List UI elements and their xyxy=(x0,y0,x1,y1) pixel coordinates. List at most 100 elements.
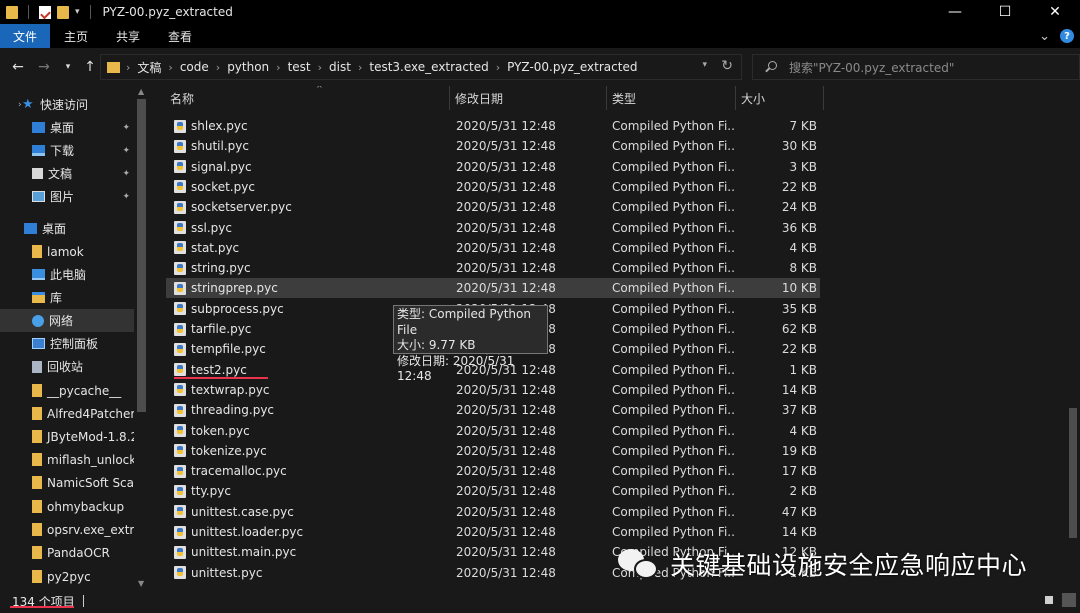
table-row[interactable]: stringprep.pyc 2020/5/31 12:48 Compiled Py… xyxy=(166,278,820,299)
quick-access-toolbar-dropdown-icon[interactable]: ▾ xyxy=(75,7,80,17)
nav-item-recycle-bin[interactable]: 回收站 xyxy=(0,355,134,378)
breadcrumb-item[interactable]: test3.exe_extracted xyxy=(369,60,488,74)
file-list-scrollbar[interactable] xyxy=(1064,86,1080,589)
table-row[interactable]: tracemalloc.pyc 2020/5/31 12:48 Compiled P… xyxy=(166,461,820,481)
chevron-right-icon[interactable]: › xyxy=(276,61,280,74)
table-row[interactable]: threading.pyc 2020/5/31 12:48 Compiled Pyt… xyxy=(166,400,820,420)
nav-item-pictures[interactable]: 图片 ✦ xyxy=(0,185,134,208)
file-name-cell[interactable]: socket.pyc xyxy=(174,177,450,197)
maximize-button[interactable]: ☐ xyxy=(980,0,1030,24)
search-input[interactable]: 搜索"PYZ-00.pyz_extracted" xyxy=(752,54,1080,80)
column-header-type[interactable]: 类型 xyxy=(608,86,736,110)
nav-scrollbar[interactable]: ▲ ▼ xyxy=(134,86,150,589)
table-row[interactable]: tokenize.pyc 2020/5/31 12:48 Compiled Pyth… xyxy=(166,441,820,461)
file-name-cell[interactable]: shutil.pyc xyxy=(174,136,450,156)
nav-item-folder[interactable]: Alfred4Patcher. xyxy=(0,402,134,425)
up-button[interactable]: ↑ xyxy=(82,57,98,77)
nav-item-folder[interactable]: JByteMod-1.8.2 xyxy=(0,425,134,448)
nav-item-lamok[interactable]: lamok xyxy=(0,240,134,263)
properties-icon[interactable] xyxy=(39,5,51,19)
nav-item-folder[interactable]: miflash_unlock- xyxy=(0,448,134,471)
recent-locations-dropdown-icon[interactable]: ▾ xyxy=(62,57,74,77)
tab-home[interactable]: 主页 xyxy=(50,24,102,48)
table-row[interactable]: socketserver.pyc 2020/5/31 12:48 Compiled … xyxy=(166,197,820,217)
file-name-cell[interactable]: threading.pyc xyxy=(174,400,450,420)
table-row[interactable]: shutil.pyc 2020/5/31 12:48 Compiled Python… xyxy=(166,136,820,156)
close-button[interactable]: ✕ xyxy=(1030,0,1080,24)
file-name-cell[interactable]: stringprep.pyc xyxy=(174,278,450,298)
chevron-right-icon[interactable]: › xyxy=(318,61,322,74)
tab-share[interactable]: 共享 xyxy=(102,24,154,48)
expand-ribbon-icon[interactable]: ⌄ xyxy=(1039,29,1050,44)
chevron-down-icon[interactable]: › xyxy=(18,100,22,110)
chevron-right-icon[interactable]: › xyxy=(168,61,172,74)
table-row[interactable]: unittest.loader.pyc 2020/5/31 12:48 Compil… xyxy=(166,522,820,542)
chevron-right-icon[interactable]: › xyxy=(496,61,500,74)
file-name-cell[interactable]: stat.pyc xyxy=(174,238,450,258)
chevron-right-icon[interactable]: › xyxy=(358,61,362,74)
file-name-cell[interactable]: token.pyc xyxy=(174,421,450,441)
back-button[interactable]: ← xyxy=(10,57,26,77)
file-name-cell[interactable]: string.pyc xyxy=(174,258,450,278)
chevron-right-icon[interactable]: › xyxy=(216,61,220,74)
file-name-cell[interactable]: unittest.pyc xyxy=(174,563,450,583)
table-row[interactable]: ssl.pyc 2020/5/31 12:48 Compiled Python Fi… xyxy=(166,218,820,238)
file-name-cell[interactable]: socketserver.pyc xyxy=(174,197,450,217)
breadcrumb-item[interactable]: dist xyxy=(329,60,351,74)
nav-item-this-pc[interactable]: 此电脑 xyxy=(0,263,134,286)
file-name-cell[interactable]: unittest.main.pyc xyxy=(174,542,450,562)
breadcrumb-item[interactable]: 文稿 xyxy=(137,59,161,76)
nav-item-folder[interactable]: ohmybackup xyxy=(0,495,134,518)
table-row[interactable]: socket.pyc 2020/5/31 12:48 Compiled Python… xyxy=(166,177,820,197)
nav-item-folder[interactable]: PandaOCR xyxy=(0,541,134,564)
scroll-down-icon[interactable]: ▼ xyxy=(138,579,144,588)
chevron-right-icon[interactable]: › xyxy=(126,61,130,74)
file-name-cell[interactable]: signal.pyc xyxy=(174,157,450,177)
large-icons-view-icon[interactable] xyxy=(1062,593,1076,607)
file-name-cell[interactable]: shlex.pyc xyxy=(174,116,450,136)
file-name-cell[interactable]: unittest.loader.pyc xyxy=(174,522,450,542)
nav-item-folder[interactable]: NamicSoft Scan xyxy=(0,471,134,494)
nav-item-downloads[interactable]: 下载 ✦ xyxy=(0,139,134,162)
file-name-cell[interactable]: tokenize.pyc xyxy=(174,441,450,461)
scroll-up-icon[interactable]: ▲ xyxy=(138,87,144,96)
tab-file[interactable]: 文件 xyxy=(0,24,51,48)
refresh-icon[interactable]: ↻ xyxy=(721,58,733,74)
file-name-cell[interactable]: ssl.pyc xyxy=(174,218,450,238)
table-row[interactable]: shlex.pyc 2020/5/31 12:48 Compiled Python … xyxy=(166,116,820,136)
breadcrumb-item[interactable]: test xyxy=(288,60,311,74)
nav-item-libraries[interactable]: 库 xyxy=(0,286,134,309)
address-bar[interactable]: › 文稿 › code › python › test › dist › tes… xyxy=(100,54,742,80)
column-header-size[interactable]: 大小 xyxy=(737,86,824,110)
nav-item-quick-access[interactable]: › ★ 快速访问 xyxy=(0,93,134,116)
forward-button[interactable]: → xyxy=(36,57,52,77)
table-row[interactable]: token.pyc 2020/5/31 12:48 Compiled Python … xyxy=(166,421,820,441)
nav-item-documents[interactable]: 文稿 ✦ xyxy=(0,162,134,185)
table-row[interactable]: signal.pyc 2020/5/31 12:48 Compiled Python… xyxy=(166,157,820,177)
nav-item-folder[interactable]: __pycache__ xyxy=(0,379,134,402)
nav-scrollbar-thumb[interactable] xyxy=(137,99,146,412)
table-row[interactable]: tty.pyc 2020/5/31 12:48 Compiled Python Fi… xyxy=(166,481,820,501)
table-row[interactable]: string.pyc 2020/5/31 12:48 Compiled Python… xyxy=(166,258,820,278)
nav-item-desktop-root[interactable]: 桌面 xyxy=(0,217,134,240)
nav-item-desktop[interactable]: 桌面 ✦ xyxy=(0,116,134,139)
table-row[interactable]: unittest.case.pyc 2020/5/31 12:48 Compiled… xyxy=(166,502,820,522)
column-header-date[interactable]: 修改日期 xyxy=(451,86,607,110)
nav-item-network[interactable]: 网络 xyxy=(0,309,134,332)
minimize-button[interactable]: — xyxy=(930,0,980,24)
breadcrumb-item-current[interactable]: PYZ-00.pyz_extracted xyxy=(507,60,637,74)
help-icon[interactable]: ? xyxy=(1060,29,1074,43)
file-name-cell[interactable]: tracemalloc.pyc xyxy=(174,461,450,481)
address-dropdown-icon[interactable]: ▾ xyxy=(702,60,707,70)
breadcrumb-item[interactable]: python xyxy=(227,60,269,74)
table-row[interactable]: stat.pyc 2020/5/31 12:48 Compiled Python F… xyxy=(166,238,820,258)
nav-item-control-panel[interactable]: 控制面板 xyxy=(0,332,134,355)
file-name-cell[interactable]: tty.pyc xyxy=(174,481,450,501)
file-name-cell[interactable]: unittest.case.pyc xyxy=(174,502,450,522)
tab-view[interactable]: 查看 xyxy=(154,24,206,48)
file-list-scrollbar-thumb[interactable] xyxy=(1069,408,1077,538)
nav-item-folder[interactable]: opsrv.exe_extra xyxy=(0,518,134,541)
nav-item-folder[interactable]: py2pyc xyxy=(0,565,134,588)
new-folder-icon[interactable] xyxy=(57,5,69,19)
breadcrumb-item[interactable]: code xyxy=(180,60,209,74)
